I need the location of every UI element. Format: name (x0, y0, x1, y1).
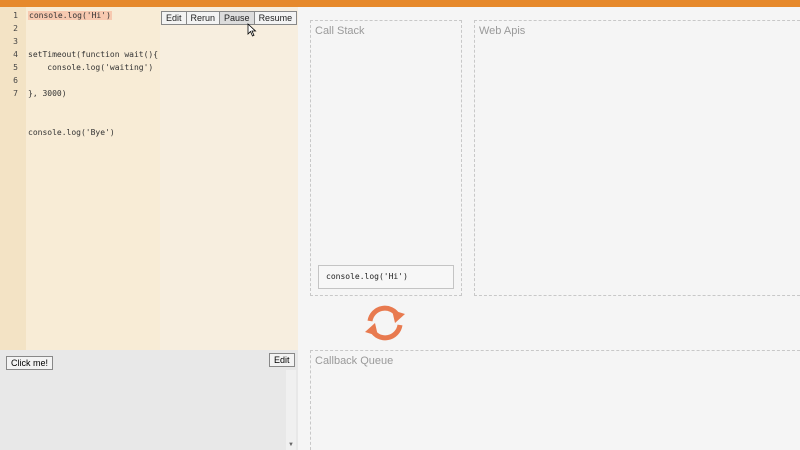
code-line[interactable]: }, 3000) (28, 89, 67, 98)
callback-queue-title: Callback Queue (315, 355, 394, 367)
mouse-cursor-icon (247, 23, 257, 37)
editor-toolbar: Edit Rerun Pause Resume (161, 11, 298, 25)
resume-button[interactable]: Resume (253, 11, 298, 25)
editor-right-area (160, 7, 298, 350)
line-number: 6 (13, 76, 18, 85)
app-header (0, 0, 800, 7)
line-number: 3 (13, 37, 18, 46)
call-stack-title: Call Stack (315, 25, 365, 37)
line-number: 5 (13, 63, 18, 72)
output-edit-button[interactable]: Edit (269, 353, 295, 367)
web-apis-panel: Web Apis (474, 20, 800, 296)
code-line[interactable]: console.log('waiting') (28, 63, 153, 72)
callback-queue-panel: Callback Queue (310, 350, 800, 450)
line-number: 7 (13, 89, 18, 98)
code-line[interactable]: console.log('Hi') (28, 11, 112, 20)
stack-frame: console.log('Hi') (318, 265, 454, 289)
line-number: 1 (13, 11, 18, 20)
rerun-button[interactable]: Rerun (185, 11, 221, 25)
call-stack-panel: Call Stack console.log('Hi') (310, 20, 462, 296)
code-line[interactable]: console.log('Bye') (28, 128, 115, 137)
scroll-down-icon[interactable]: ▼ (288, 442, 294, 448)
code-editor[interactable]: 1 2 3 4 5 6 7 console.log('Hi') setTimeo… (0, 7, 298, 350)
output-scrollbar[interactable] (286, 370, 296, 450)
web-apis-title: Web Apis (479, 25, 526, 37)
event-loop-icon (365, 305, 405, 341)
line-number: 4 (13, 50, 18, 59)
code-line[interactable]: setTimeout(function wait(){ (28, 50, 158, 59)
output-pane: Click me! Edit ▼ (0, 350, 298, 450)
edit-button[interactable]: Edit (161, 11, 187, 25)
line-number: 2 (13, 24, 18, 33)
click-me-button[interactable]: Click me! (6, 356, 54, 370)
